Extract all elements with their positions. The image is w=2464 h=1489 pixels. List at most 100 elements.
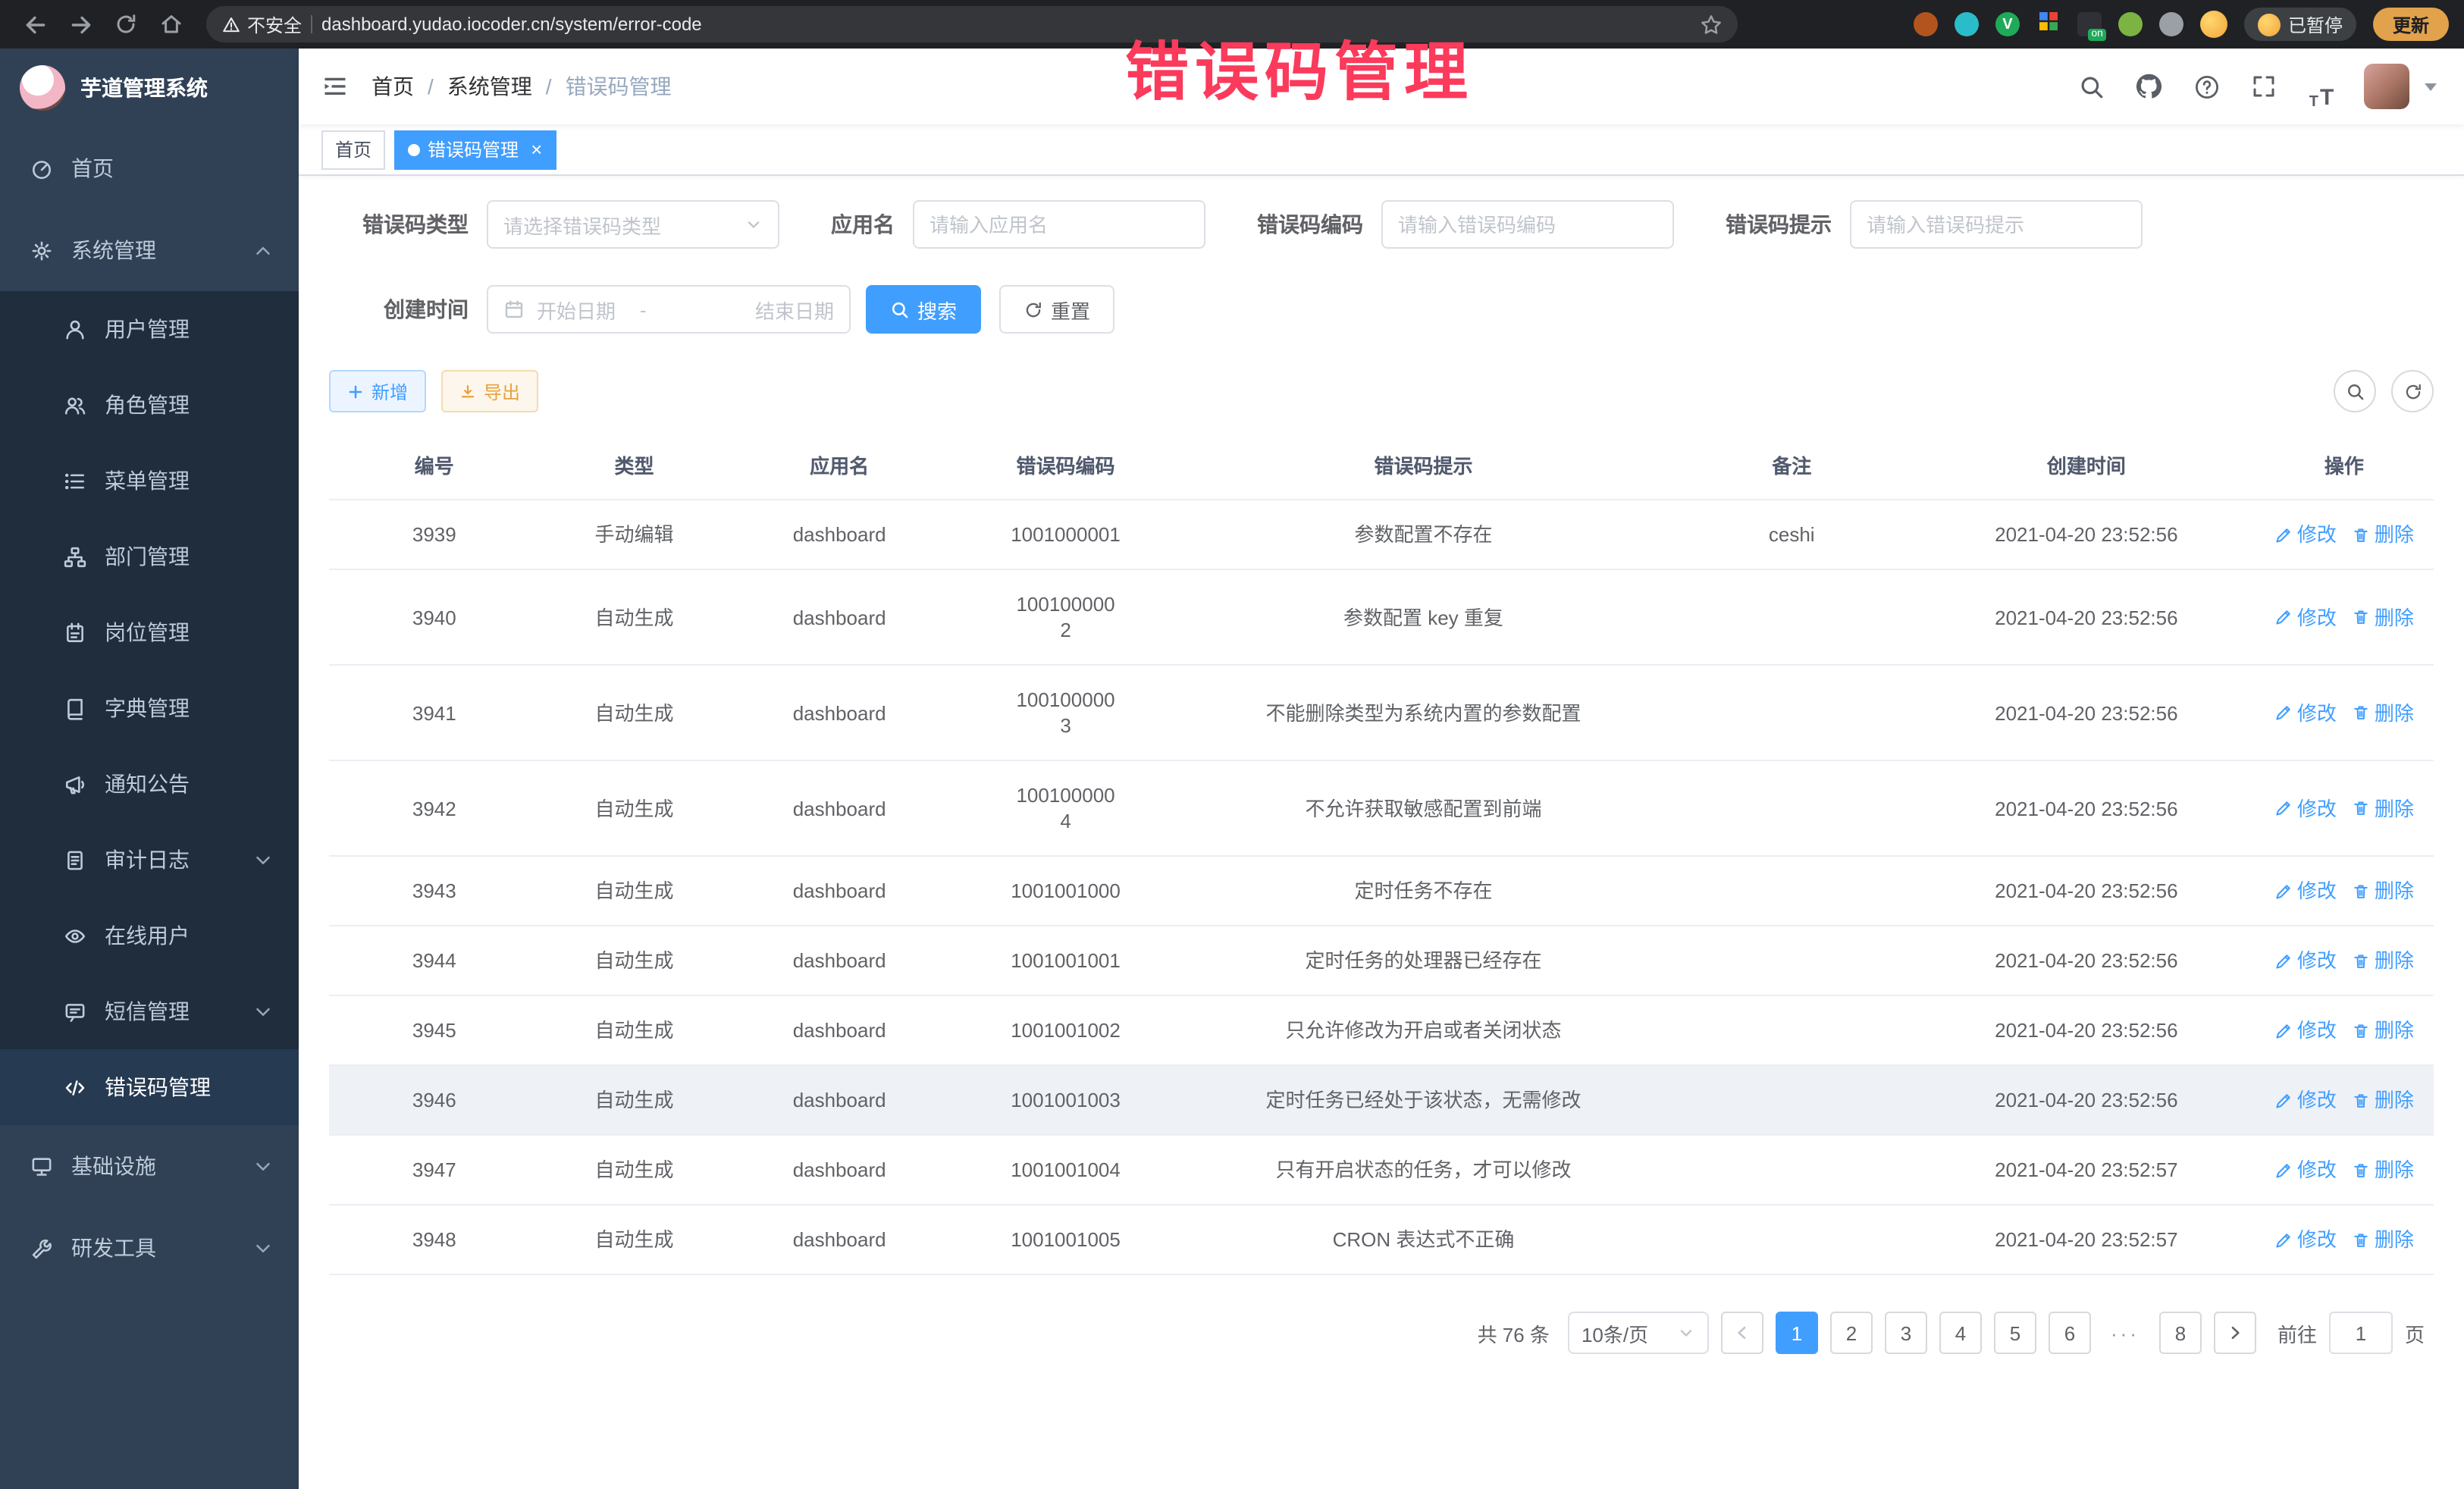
delete-link[interactable]: 删除 — [2352, 948, 2414, 973]
hamburger-icon[interactable] — [299, 73, 371, 100]
sidebar-item-notice[interactable]: 通知公告 — [0, 746, 299, 822]
sidebar-item-user-management[interactable]: 用户管理 — [0, 291, 299, 367]
page-button-1[interactable]: 1 — [1776, 1312, 1818, 1354]
chevron-down-icon[interactable] — [2425, 83, 2437, 90]
reset-button[interactable]: 重置 — [999, 285, 1114, 334]
forward-icon[interactable] — [61, 5, 100, 44]
edit-link[interactable]: 修改 — [2274, 1087, 2337, 1113]
close-icon[interactable]: × — [531, 139, 542, 159]
online-icon — [64, 924, 88, 947]
delete-link[interactable]: 删除 — [2352, 604, 2414, 630]
edit-link[interactable]: 修改 — [2274, 878, 2337, 904]
delete-link[interactable]: 删除 — [2352, 1017, 2414, 1043]
tab-首页[interactable]: 首页 — [321, 130, 385, 169]
sync-paused-chip[interactable]: 已暂停 — [2244, 8, 2356, 41]
user-avatar[interactable] — [2364, 64, 2409, 109]
edit-link[interactable]: 修改 — [2274, 522, 2337, 547]
sidebar-item-role-management[interactable]: 角色管理 — [0, 367, 299, 443]
edit-link[interactable]: 修改 — [2274, 1227, 2337, 1252]
breadcrumb-item[interactable]: 系统管理 — [447, 71, 532, 102]
profile-avatar[interactable] — [2200, 11, 2227, 38]
extension-grid-icon[interactable] — [2036, 8, 2061, 40]
bookmark-star-icon[interactable] — [1700, 13, 1723, 36]
update-button[interactable]: 更新 — [2373, 8, 2449, 41]
font-size-icon[interactable]: TT — [2297, 62, 2346, 111]
edit-link[interactable]: 修改 — [2274, 604, 2337, 630]
page-button-2[interactable]: 2 — [1830, 1312, 1873, 1354]
delete-link[interactable]: 删除 — [2352, 700, 2414, 726]
sidebar-item-home[interactable]: 首页 — [0, 127, 299, 209]
delete-link[interactable]: 删除 — [2352, 878, 2414, 904]
notice-icon — [64, 773, 88, 795]
page-button-3[interactable]: 3 — [1885, 1312, 1927, 1354]
help-icon[interactable] — [2182, 62, 2230, 111]
address-bar[interactable]: 不安全 dashboard.yudao.iocoder.cn/system/er… — [206, 6, 1738, 42]
delete-link[interactable]: 删除 — [2352, 1227, 2414, 1252]
security-chip[interactable]: 不安全 — [221, 11, 302, 37]
proxy-on-badge-icon[interactable]: on — [2077, 12, 2102, 36]
sidebar-item-dict-management[interactable]: 字典管理 — [0, 670, 299, 746]
toggle-search-icon[interactable] — [2334, 370, 2376, 412]
sidebar-item-label: 字典管理 — [105, 693, 190, 723]
date-range-picker[interactable]: 开始日期 - 结束日期 — [487, 285, 851, 334]
sidebar-item-dev-tools[interactable]: 研发工具 — [0, 1207, 299, 1289]
cell-code: 1001001005 — [950, 1205, 1181, 1274]
edit-link[interactable]: 修改 — [2274, 795, 2337, 821]
delete-link[interactable]: 删除 — [2352, 795, 2414, 821]
sidebar-item-online-users[interactable]: 在线用户 — [0, 898, 299, 973]
leaf-extension-icon[interactable] — [2118, 12, 2143, 36]
goto-page-input[interactable] — [2329, 1312, 2393, 1354]
sidebar-item-menu-management[interactable]: 菜单管理 — [0, 443, 299, 519]
sidebar-item-dept-management[interactable]: 部门管理 — [0, 519, 299, 594]
extension-red-icon[interactable] — [1914, 12, 1938, 36]
page-button-8[interactable]: 8 — [2159, 1312, 2202, 1354]
vue-devtools-icon[interactable]: V — [1995, 12, 2020, 36]
home-icon[interactable] — [152, 5, 191, 44]
page-content: 错误码类型 请选择错误码类型 应用名 错误码编码 — [299, 176, 2464, 1489]
delete-link[interactable]: 删除 — [2352, 1157, 2414, 1183]
page-button-4[interactable]: 4 — [1939, 1312, 1982, 1354]
error-msg-input[interactable] — [1850, 200, 2143, 249]
warning-icon — [221, 14, 241, 34]
type-select[interactable]: 请选择错误码类型 — [487, 200, 779, 249]
delete-link[interactable]: 删除 — [2352, 522, 2414, 547]
sidebar-item-sms-management[interactable]: 短信管理 — [0, 973, 299, 1049]
add-button[interactable]: 新增 — [329, 370, 426, 412]
column-header-app: 应用名 — [729, 434, 949, 499]
delete-link[interactable]: 删除 — [2352, 1087, 2414, 1113]
breadcrumb-item[interactable]: 首页 — [371, 71, 414, 102]
sidebar-item-infrastructure[interactable]: 基础设施 — [0, 1125, 299, 1207]
prev-page-button[interactable] — [1721, 1312, 1763, 1354]
extension-teal-icon[interactable] — [1955, 12, 1979, 36]
edit-link[interactable]: 修改 — [2274, 1157, 2337, 1183]
export-button[interactable]: 导出 — [441, 370, 538, 412]
sidebar-item-system-management[interactable]: 系统管理 — [0, 209, 299, 291]
extensions-puzzle-icon[interactable] — [2159, 12, 2183, 36]
logo[interactable]: 芋道管理系统 — [0, 49, 299, 127]
sidebar-item-post-management[interactable]: 岗位管理 — [0, 594, 299, 670]
tab-错误码管理[interactable]: 错误码管理× — [394, 130, 556, 169]
edit-link[interactable]: 修改 — [2274, 1017, 2337, 1043]
sidebar-item-label: 审计日志 — [105, 845, 190, 875]
github-icon[interactable] — [2124, 62, 2173, 111]
app-name-input[interactable] — [913, 200, 1205, 249]
fullscreen-icon[interactable] — [2240, 62, 2288, 111]
page-button-6[interactable]: 6 — [2049, 1312, 2091, 1354]
total-count: 共 76 条 — [1478, 1318, 1550, 1347]
search-button[interactable]: 搜索 — [866, 285, 981, 334]
page-size-select[interactable]: 10条/页 — [1568, 1312, 1709, 1354]
more-pages-icon[interactable]: ··· — [2103, 1312, 2147, 1354]
page-button-5[interactable]: 5 — [1994, 1312, 2036, 1354]
reload-icon[interactable] — [106, 5, 146, 44]
sms-icon — [64, 1000, 88, 1023]
url-text[interactable]: dashboard.yudao.iocoder.cn/system/error-… — [321, 14, 1691, 35]
sidebar-item-audit-log[interactable]: 审计日志 — [0, 822, 299, 898]
refresh-icon[interactable] — [2391, 370, 2434, 412]
sidebar-item-error-code-management[interactable]: 错误码管理 — [0, 1049, 299, 1125]
next-page-button[interactable] — [2214, 1312, 2256, 1354]
back-icon[interactable] — [15, 5, 55, 44]
search-icon[interactable] — [2067, 62, 2115, 111]
edit-link[interactable]: 修改 — [2274, 700, 2337, 726]
error-code-input[interactable] — [1381, 200, 1674, 249]
edit-link[interactable]: 修改 — [2274, 948, 2337, 973]
